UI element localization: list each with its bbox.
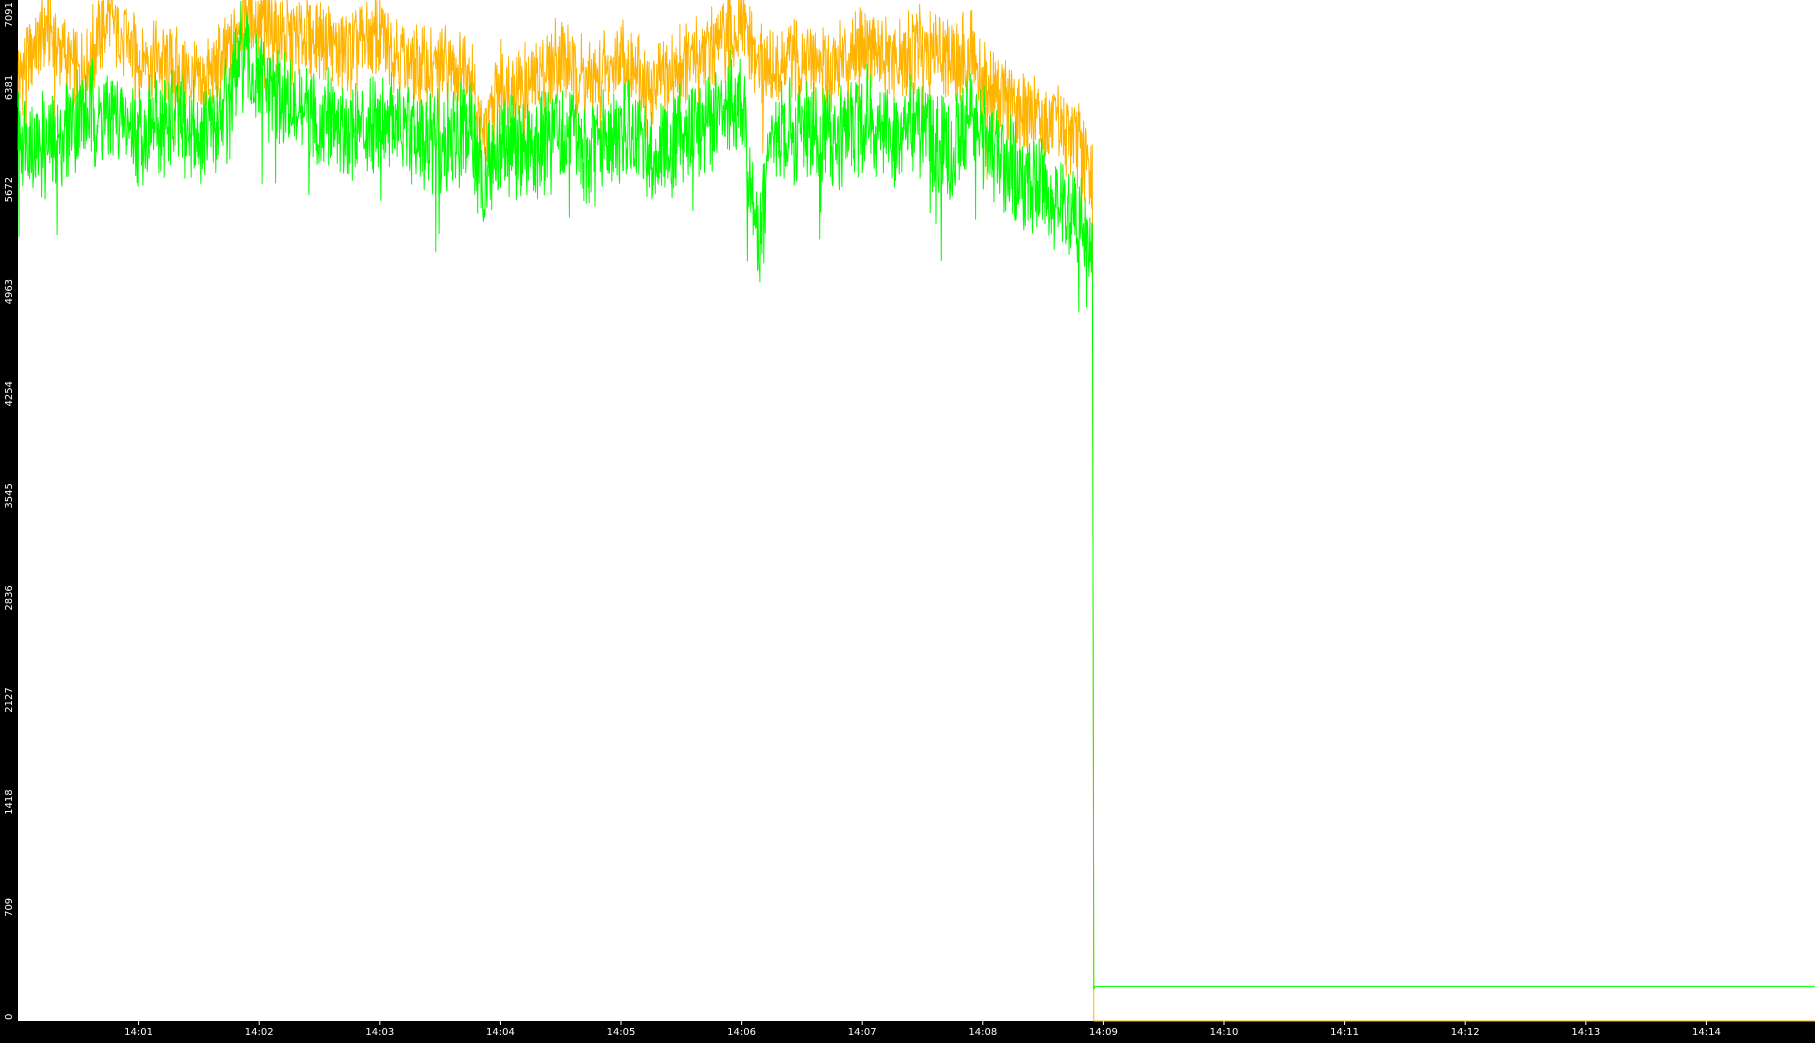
- x-tick-label: 14:10: [1210, 1027, 1239, 1038]
- x-tick-label: 14:07: [848, 1027, 877, 1038]
- x-tick-label: 14:12: [1451, 1027, 1480, 1038]
- y-tick-label: 7091: [4, 2, 15, 27]
- y-tick-label: 2836: [4, 585, 15, 610]
- y-tick-label: 4254: [4, 381, 15, 406]
- line-chart: 0 709 1418 2127 2836 3545 4254 4963 5672 6381 7091…: [4, 0, 1815, 1038]
- y-tick-label: 2127: [4, 687, 15, 712]
- plot-background: [18, 0, 1815, 1021]
- y-axis: 0 709 1418 2127 2836 3545 4254 4963 5672 6381 7091: [4, 0, 18, 1022]
- x-tick-label: 14:06: [727, 1027, 756, 1038]
- x-tick-label: 14:05: [607, 1027, 636, 1038]
- x-tick-label: 14:11: [1330, 1027, 1359, 1038]
- x-tick-label: 14:14: [1692, 1027, 1721, 1038]
- x-tick-label: 14:04: [486, 1027, 515, 1038]
- chart-area: 0 709 1418 2127 2836 3545 4254 4963 5672 6381 7091…: [0, 0, 1815, 1039]
- x-tick-label: 14:09: [1089, 1027, 1118, 1038]
- x-tick-label: 14:08: [968, 1027, 997, 1038]
- x-tick-label: 14:13: [1571, 1027, 1600, 1038]
- x-tick-label: 14:03: [365, 1027, 394, 1038]
- y-tick-label: 709: [4, 898, 15, 917]
- y-tick-label: 0: [4, 1014, 15, 1020]
- x-axis: 14:01 14:02 14:03 14:04 14:05 14:06 14:07 14:08…: [124, 1021, 1721, 1038]
- y-tick-label: 4963: [4, 279, 15, 304]
- y-tick-label: 6381: [4, 75, 15, 100]
- y-tick-label: 5672: [4, 177, 15, 202]
- y-tick-label: 1418: [4, 789, 15, 814]
- x-tick-label: 14:02: [245, 1027, 274, 1038]
- y-tick-label: 3545: [4, 483, 15, 508]
- x-tick-label: 14:01: [124, 1027, 153, 1038]
